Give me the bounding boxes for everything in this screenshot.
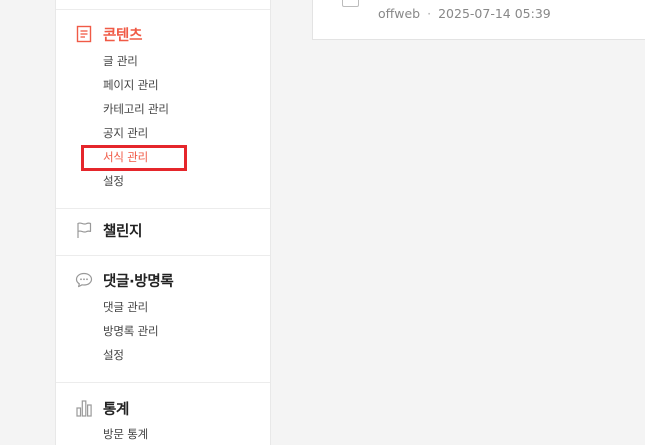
sidebar-item-pages[interactable]: 페이지 관리 (103, 78, 159, 92)
divider (56, 208, 270, 209)
sidebar-item-contents-settings[interactable]: 설정 (103, 174, 124, 188)
post-author: offweb (378, 6, 421, 21)
section-stats[interactable]: 통계 (74, 397, 129, 419)
section-comments[interactable]: 댓글·방명록 (74, 269, 174, 291)
sidebar-item-visit-stats[interactable]: 방문 통계 (103, 427, 148, 441)
highlight-box (81, 145, 187, 171)
post-checkbox[interactable] (342, 0, 359, 7)
section-contents[interactable]: 콘텐츠 (74, 23, 142, 45)
sidebar-item-comments[interactable]: 댓글 관리 (103, 300, 148, 314)
sidebar-item-posts[interactable]: 글 관리 (103, 54, 138, 68)
sidebar: 콘텐츠 글 관리 페이지 관리 카테고리 관리 공지 관리 서식 관리 설정 챌… (55, 0, 271, 445)
divider (56, 9, 270, 10)
meta-separator: · (427, 6, 432, 21)
document-icon (74, 24, 94, 44)
divider (56, 382, 270, 383)
section-title-comments: 댓글·방명록 (103, 273, 174, 290)
sidebar-item-notices[interactable]: 공지 관리 (103, 126, 148, 140)
section-title-stats: 통계 (103, 401, 130, 418)
section-title-contents: 콘텐츠 (103, 27, 143, 44)
post-datetime: 2025-07-14 05:39 (438, 6, 551, 21)
speech-bubble-icon (74, 270, 94, 290)
post-meta: offweb · 2025-07-14 05:39 (378, 6, 551, 21)
bar-chart-icon (74, 398, 94, 418)
sidebar-item-guestbook[interactable]: 방명록 관리 (103, 324, 159, 338)
sidebar-item-categories[interactable]: 카테고리 관리 (103, 102, 169, 116)
sidebar-item-comments-settings[interactable]: 설정 (103, 348, 124, 362)
section-challenge[interactable]: 챌린지 (74, 219, 142, 241)
section-title-challenge: 챌린지 (103, 223, 143, 240)
flag-icon (74, 220, 94, 240)
divider (56, 255, 270, 256)
